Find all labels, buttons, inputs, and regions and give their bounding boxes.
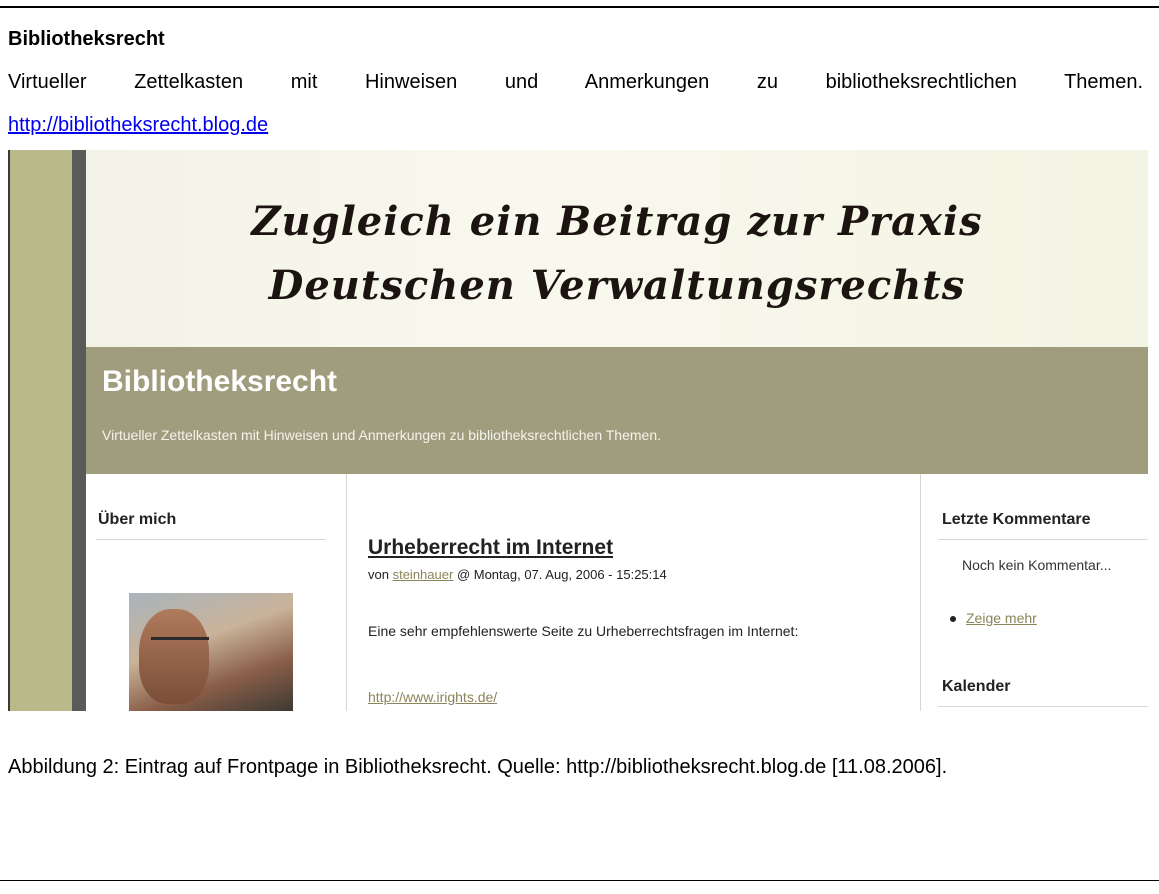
header-image: Zugleich ein Beitrag zur Praxis Deutsche… [86,150,1148,347]
bottom-rule [0,880,1159,881]
show-more-item: Zeige mehr [950,610,1037,626]
post-body: Eine sehr empfehlenswerte Seite zu Urheb… [368,623,799,639]
document-url-link[interactable]: http://bibliotheksrecht.blog.de [8,114,268,137]
post-title[interactable]: Urheberrecht im Internet [368,536,613,560]
blog-title[interactable]: Bibliotheksrecht [102,365,337,399]
blog-screenshot: Zugleich ein Beitrag zur Praxis Deutsche… [8,150,1148,711]
calendar-rule [938,706,1148,707]
post-meta-prefix: von [368,567,389,582]
column-divider-left [346,474,347,711]
avatar-glasses [151,637,209,640]
avatar [129,593,293,711]
left-decor-band [10,150,72,711]
comments-rule [938,539,1148,540]
post-date: @ Montag, 07. Aug, 2006 - 15:25:14 [456,567,667,582]
top-rule [0,6,1159,8]
post-external-link[interactable]: http://www.irights.de/ [368,689,497,705]
document-description: Virtueller Zettelkasten mit Hinweisen un… [8,71,1143,93]
left-decor-edge [72,150,86,711]
header-image-line1: Zugleich ein Beitrag zur Praxis [251,198,983,245]
blog-banner: Bibliotheksrecht Virtueller Zettelkasten… [86,347,1148,474]
show-more-link[interactable]: Zeige mehr [966,610,1037,626]
column-divider-right [920,474,921,711]
post-author-link[interactable]: steinhauer [393,567,454,582]
about-me-rule [96,539,326,540]
header-image-line2: Deutschen Verwaltungsrechts [268,262,966,309]
bullet-icon [950,616,956,623]
avatar-face [139,609,209,704]
about-me-heading: Über mich [98,511,177,528]
figure-caption: Abbildung 2: Eintrag auf Frontpage in Bi… [8,756,948,778]
no-comments-text: Noch kein Kommentar... [962,557,1112,573]
document-title: Bibliotheksrecht [8,28,165,50]
post-meta: von steinhauer @ Montag, 07. Aug, 2006 -… [368,567,667,582]
blog-subtitle: Virtueller Zettelkasten mit Hinweisen un… [102,427,662,443]
calendar-heading: Kalender [942,678,1011,695]
comments-heading: Letzte Kommentare [942,511,1091,528]
